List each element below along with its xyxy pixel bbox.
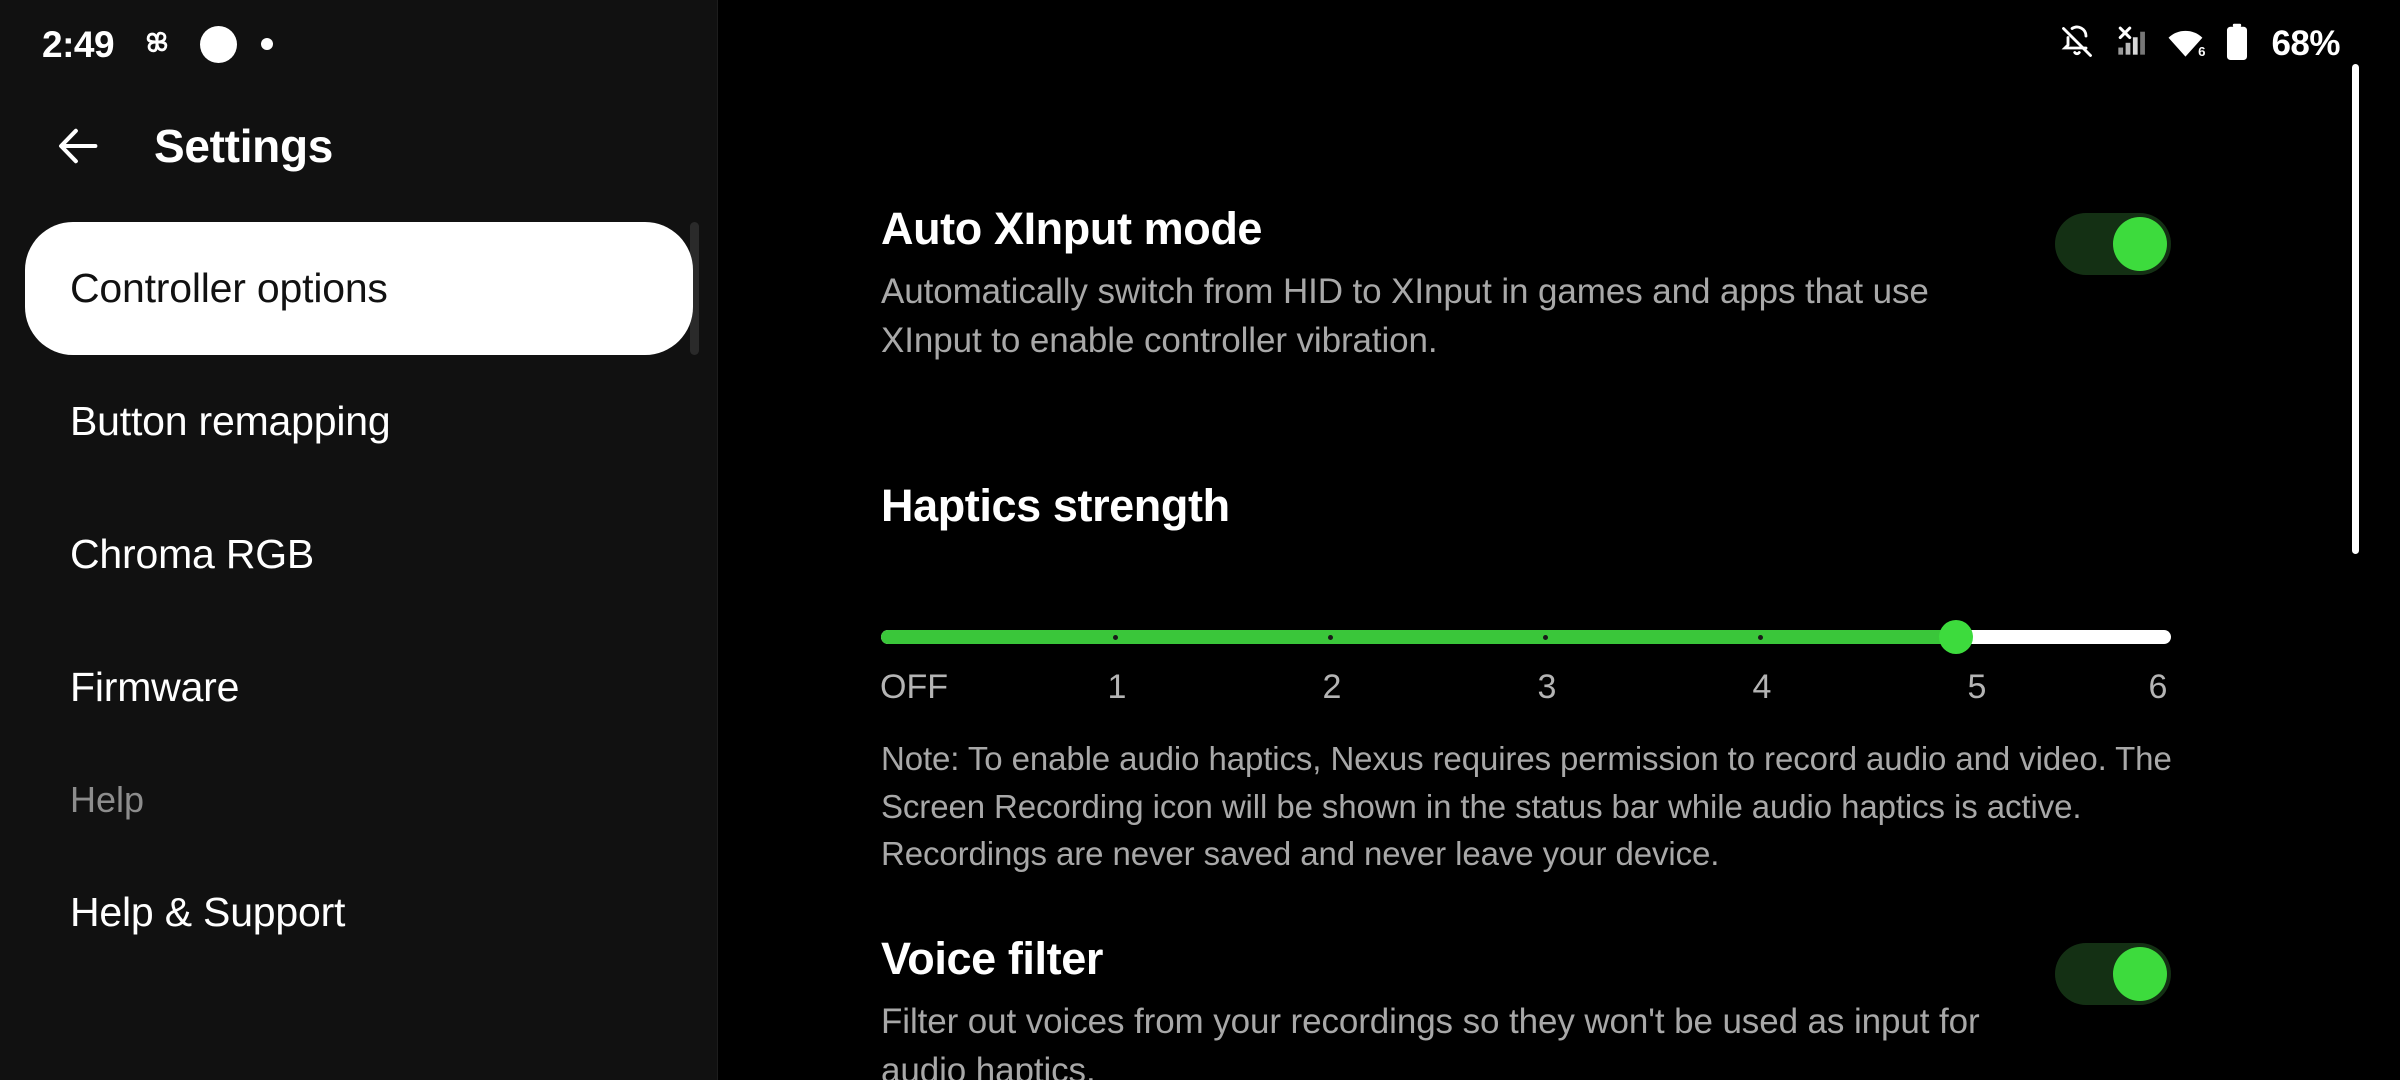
wifi-6-icon: 6 [2167,24,2207,65]
status-bar-right: 6 68% [2059,23,2366,66]
setting-text-block: Auto XInput mode Automatically switch fr… [881,205,1981,366]
slider-label-6: 6 [2148,668,2168,706]
battery-percentage: 68% [2271,24,2340,63]
setting-voice-filter: Voice filter Filter out voices from your… [881,935,2171,1080]
status-bar-left: 2:49 [26,23,274,66]
sidebar-item-label: Button remapping [70,398,391,444]
toggle-knob [2113,217,2167,271]
haptics-strength-title: Haptics strength [881,480,1230,531]
slider-tick-1 [1113,635,1118,640]
slider-tick-2 [1328,635,1333,640]
slider-label-1: 1 [1107,668,1127,706]
auto-xinput-toggle[interactable] [2055,213,2171,275]
setting-text-block: Voice filter Filter out voices from your… [881,935,1981,1080]
slider-track[interactable] [881,620,2171,654]
setting-description: Filter out voices from your recordings s… [881,1001,1980,1080]
filled-circle-icon [200,25,238,63]
sidebar-header: Settings [0,98,718,194]
slider-label-4: 4 [1752,668,1772,706]
main-scrollbar[interactable] [2352,64,2359,554]
small-dot-icon [261,38,274,50]
sidebar-item-label: Controller options [70,265,388,311]
sidebar-item-help-and-support[interactable]: Help & Support [0,846,718,979]
slider-tick-labels: OFF 1 2 3 4 5 6 [880,668,2171,716]
arrow-left-icon [59,128,98,164]
setting-title: Voice filter [881,933,1103,984]
slider-label-3: 3 [1537,668,1557,706]
pinwheel-icon [138,23,176,66]
slider-thumb[interactable] [1939,620,1973,654]
notifications-off-icon [2059,24,2095,65]
sidebar-item-label: Chroma RGB [70,531,315,577]
sidebar-item-label: Help & Support [70,889,346,935]
sidebar-item-controller-options[interactable]: Controller options [25,222,693,355]
sidebar-item-button-remapping[interactable]: Button remapping [0,355,718,488]
settings-main-panel: Auto XInput mode Automatically switch fr… [718,0,2400,1080]
sidebar-item-chroma-rgb[interactable]: Chroma RGB [0,488,718,621]
setting-auto-xinput-mode: Auto XInput mode Automatically switch fr… [881,205,2171,366]
settings-sidebar: Settings Controller options Button remap… [0,0,718,1080]
page-title: Settings [154,120,334,172]
app-root: 2:49 6 68% Settings Controller options B… [0,0,2400,1080]
slider-tick-3 [1543,635,1548,640]
setting-description: Automatically switch from HID to XInput … [881,271,1929,361]
toggle-knob [2113,947,2167,1001]
svg-text:6: 6 [2199,43,2206,58]
sidebar-item-label: Firmware [70,664,240,710]
slider-tick-4 [1758,635,1763,640]
sidebar-nav-list: Controller options Button remapping Chro… [0,222,718,979]
no-sim-signal-icon [2112,23,2150,66]
back-button[interactable] [32,100,124,192]
haptics-strength-slider[interactable]: OFF 1 2 3 4 5 6 [880,620,2171,716]
battery-icon [2224,23,2250,66]
slider-fill [881,630,1956,644]
setting-title: Auto XInput mode [881,203,1263,254]
clock: 2:49 [42,23,115,65]
status-bar: 2:49 6 68% [0,0,2400,88]
slider-label-5: 5 [1967,668,1987,706]
haptics-note: Note: To enable audio haptics, Nexus req… [881,740,2172,873]
voice-filter-toggle[interactable] [2055,943,2171,1005]
sidebar-item-firmware[interactable]: Firmware [0,621,718,754]
slider-label-2: 2 [1322,668,1342,706]
sidebar-section-help: Help [70,779,145,820]
slider-label-off: OFF [880,668,948,706]
